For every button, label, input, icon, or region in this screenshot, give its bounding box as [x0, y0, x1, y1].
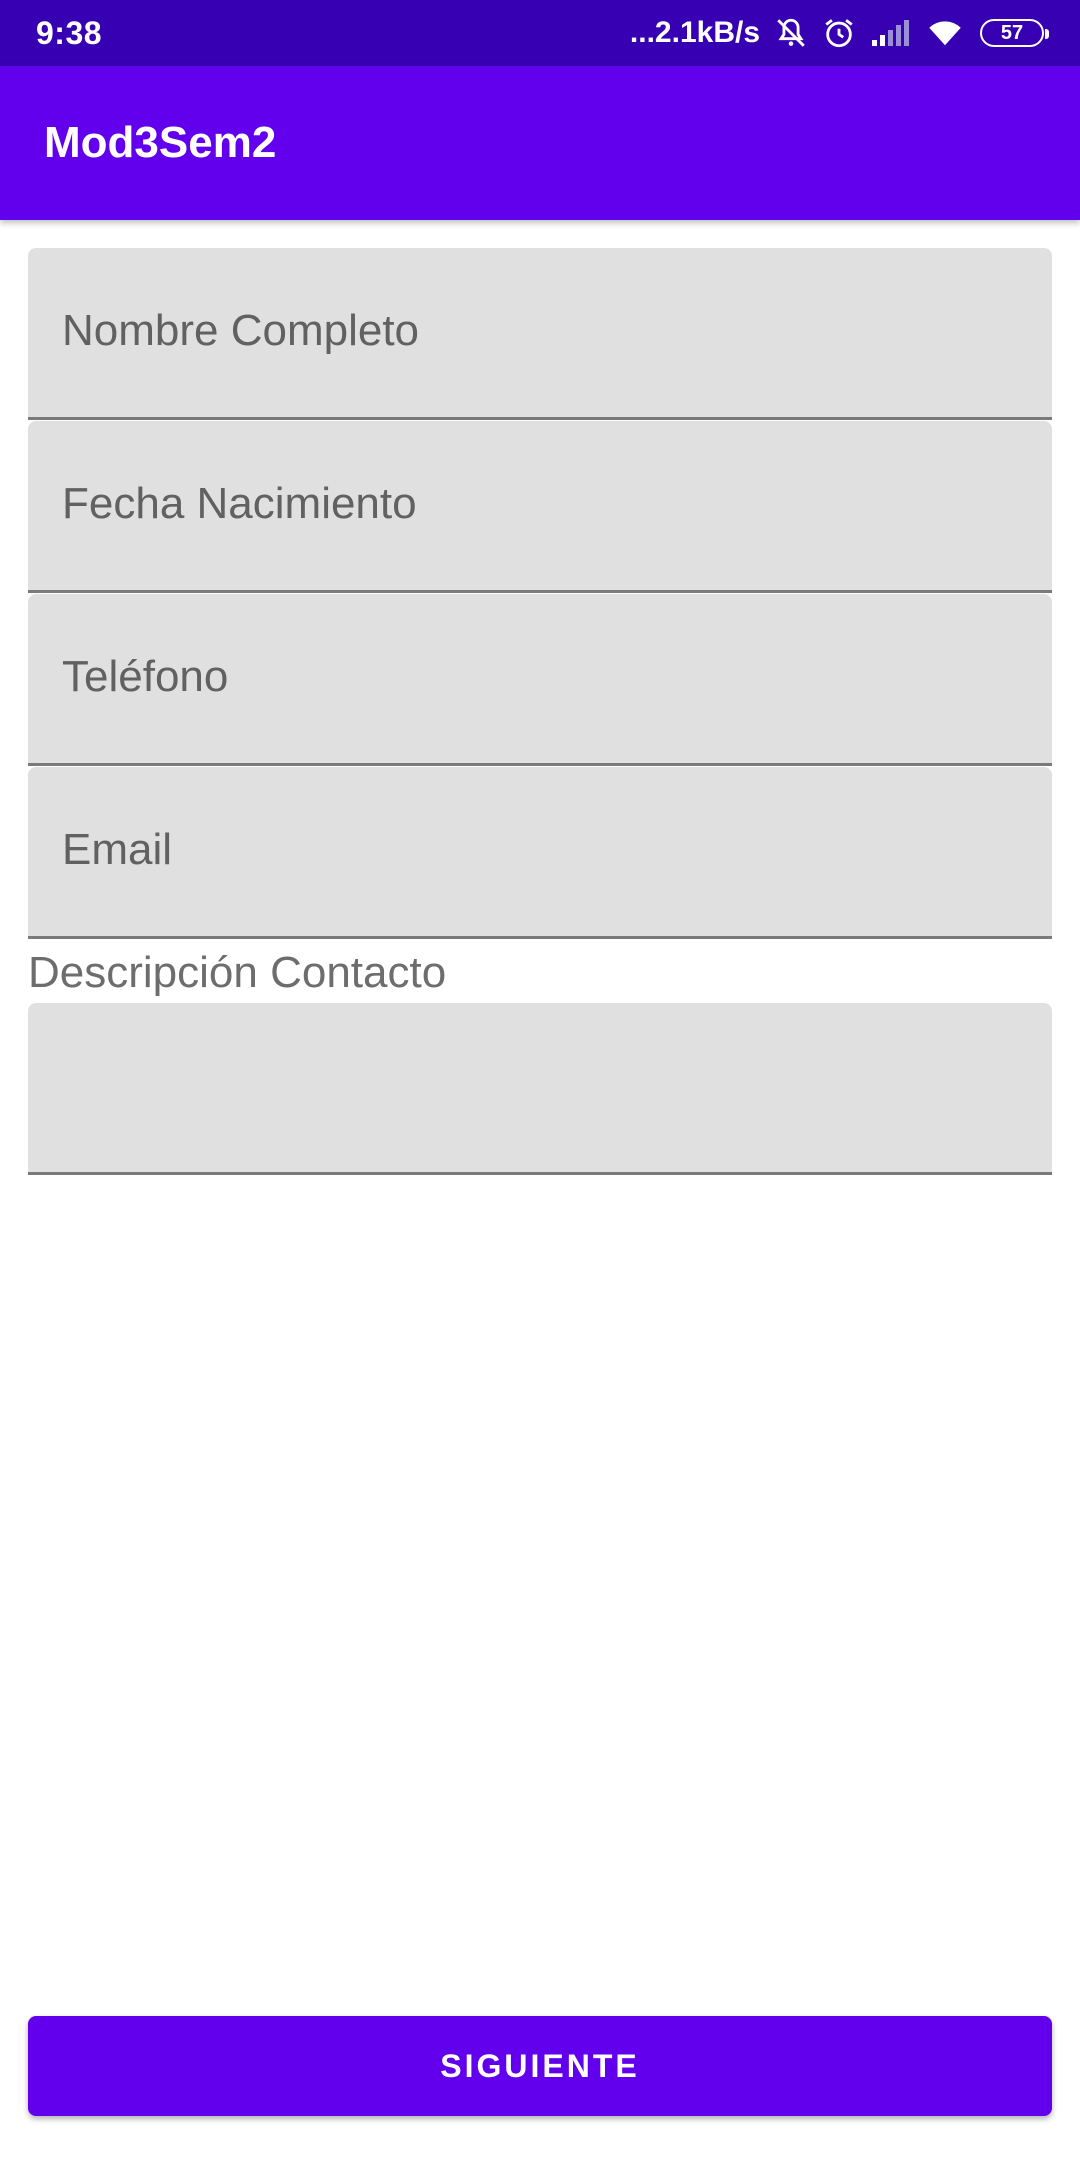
- battery-icon: 57: [980, 19, 1049, 47]
- wifi-icon: [924, 17, 966, 49]
- next-button-label: SIGUIENTE: [440, 2047, 640, 2084]
- bell-off-icon: [774, 16, 808, 50]
- birth-date-hint: Fecha Nacimiento: [62, 479, 417, 528]
- full-name-field[interactable]: Nombre Completo: [28, 248, 1052, 420]
- birth-date-field[interactable]: Fecha Nacimiento: [28, 421, 1052, 593]
- status-bar: 9:38 ...2.1kB/s 57: [0, 0, 1080, 66]
- phone-field[interactable]: Teléfono: [28, 594, 1052, 766]
- app-title: Mod3Sem2: [44, 118, 277, 167]
- status-time: 9:38: [36, 14, 103, 51]
- app-bar: Mod3Sem2: [0, 66, 1080, 220]
- full-name-hint: Nombre Completo: [62, 306, 420, 355]
- email-field[interactable]: Email: [28, 767, 1052, 939]
- email-hint: Email: [62, 825, 173, 874]
- status-icons: ...2.1kB/s 57: [629, 16, 1049, 50]
- next-button[interactable]: SIGUIENTE: [28, 2016, 1052, 2116]
- phone-hint: Teléfono: [62, 652, 229, 701]
- alarm-icon: [822, 16, 856, 50]
- description-label: Descripción Contacto: [28, 948, 447, 997]
- signal-icon: [870, 18, 910, 48]
- description-field[interactable]: [28, 1003, 1052, 1175]
- network-speed: ...2.1kB/s: [629, 16, 760, 49]
